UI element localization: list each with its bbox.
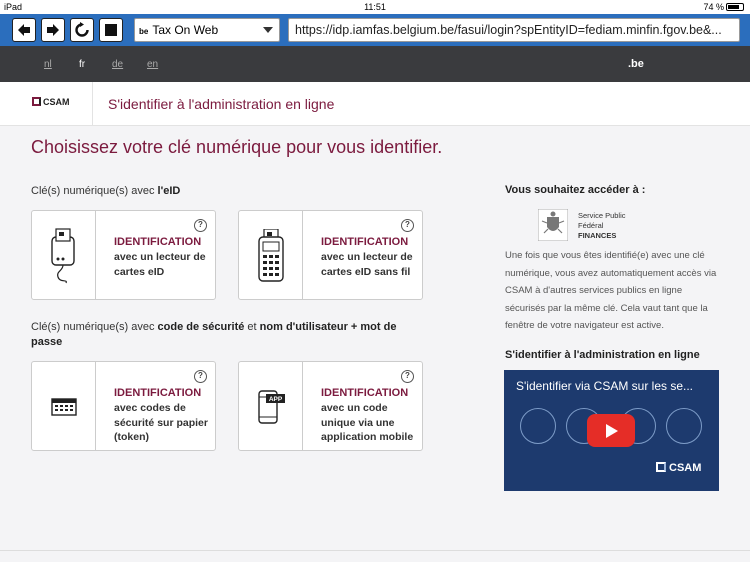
forward-button[interactable]: [41, 18, 65, 42]
card-description: avec un lecteur de cartes eID: [114, 251, 206, 278]
mobile-app-icon: APP: [258, 390, 285, 424]
dropdown-arrow-icon: [263, 27, 273, 33]
card-mobile-app[interactable]: APP ? IDENTIFICATION avec un code unique…: [238, 361, 423, 451]
header-title: S'identifier à l'administration en ligne: [108, 96, 335, 112]
csam-logo-icon: [32, 97, 41, 106]
video-heading: S'identifier à l'administration en ligne: [505, 349, 700, 361]
sidebar-description: Une fois que vous êtes identifié(e) avec…: [505, 250, 717, 331]
coat-of-arms-icon: [537, 208, 569, 242]
clock: 11:51: [364, 2, 386, 12]
site-selector-label: Tax On Web: [152, 23, 219, 37]
video-thumb-icon: [666, 408, 702, 444]
card-icon-area: APP: [239, 362, 303, 450]
section-code-label: Clé(s) numérique(s) avec code de sécurit…: [31, 321, 397, 348]
sidebar-heading: Vous souhaitez accéder à :: [505, 184, 646, 196]
card-eid-reader[interactable]: ? IDENTIFICATION avec un lecteur de cart…: [31, 210, 216, 300]
browser-toolbar: be Tax On Web https://idp.iamfas.belgium.…: [0, 14, 750, 46]
section-eid-label: Clé(s) numérique(s) avec l'eID: [31, 185, 181, 197]
site-selector[interactable]: be Tax On Web: [134, 18, 280, 42]
video-thumb-icon: [520, 408, 556, 444]
lang-nl[interactable]: nl: [44, 59, 52, 70]
card-description: avec un code unique via une application …: [321, 402, 414, 443]
footer-divider: [0, 550, 750, 551]
token-card-icon: [51, 398, 77, 416]
video-player[interactable]: S'identifier via CSAM sur les se... CSAM: [504, 370, 719, 491]
spf-text: Service Public Fédéral FINANCES: [578, 211, 626, 240]
reload-icon: [75, 22, 89, 37]
header-divider: [92, 82, 93, 126]
page-header: CSAM S'identifier à l'administration en …: [0, 82, 750, 126]
play-button[interactable]: [587, 414, 635, 447]
language-bar: nl fr de en .be: [0, 46, 750, 82]
card-title: IDENTIFICATION: [114, 387, 202, 399]
lang-de[interactable]: de: [112, 59, 123, 70]
spf-finances-logo[interactable]: Service Public Fédéral FINANCES: [537, 208, 626, 246]
card-title: IDENTIFICATION: [321, 236, 409, 248]
arrow-left-icon: [18, 24, 30, 36]
lang-fr[interactable]: fr: [79, 59, 85, 70]
battery-icon: [726, 3, 744, 11]
card-description: avec un lecteur de cartes eID sans fil: [321, 251, 413, 278]
reload-button[interactable]: [70, 18, 94, 42]
card-token[interactable]: ? IDENTIFICATION avec codes de sécurité …: [31, 361, 216, 451]
card-reader-icon: [51, 228, 75, 284]
help-icon[interactable]: ?: [401, 219, 414, 232]
card-eid-wireless[interactable]: ? IDENTIFICATION avec un lecteur de cart…: [238, 210, 423, 300]
stop-icon: [105, 24, 117, 36]
card-description: avec codes de sécurité sur papier (token…: [114, 402, 208, 443]
card-icon-area: [239, 211, 303, 299]
csam-logo[interactable]: CSAM: [32, 97, 70, 107]
stop-button[interactable]: [99, 18, 123, 42]
card-title: IDENTIFICATION: [321, 387, 409, 399]
battery-indicator: 74 %: [703, 2, 744, 12]
url-field[interactable]: https://idp.iamfas.belgium.be/fasui/logi…: [288, 18, 740, 42]
lang-en[interactable]: en: [147, 59, 158, 70]
battery-percent: 74 %: [703, 2, 724, 12]
card-icon-area: [32, 362, 96, 450]
video-csam-logo: CSAM: [656, 462, 701, 474]
back-button[interactable]: [12, 18, 36, 42]
help-icon[interactable]: ?: [194, 219, 207, 232]
arrow-right-icon: [47, 24, 59, 36]
wireless-reader-icon: [258, 229, 284, 282]
video-title: S'identifier via CSAM sur les se...: [516, 379, 694, 393]
card-icon-area: [32, 211, 96, 299]
site-prefix: be: [139, 27, 149, 36]
help-icon[interactable]: ?: [194, 370, 207, 383]
be-brand[interactable]: .be: [628, 58, 644, 70]
app-badge: APP: [269, 396, 283, 403]
ios-status-bar: iPad 11:51 74 %: [0, 0, 750, 14]
help-icon[interactable]: ?: [401, 370, 414, 383]
card-title: IDENTIFICATION: [114, 236, 202, 248]
page-title: Choisissez votre clé numérique pour vous…: [31, 137, 443, 157]
